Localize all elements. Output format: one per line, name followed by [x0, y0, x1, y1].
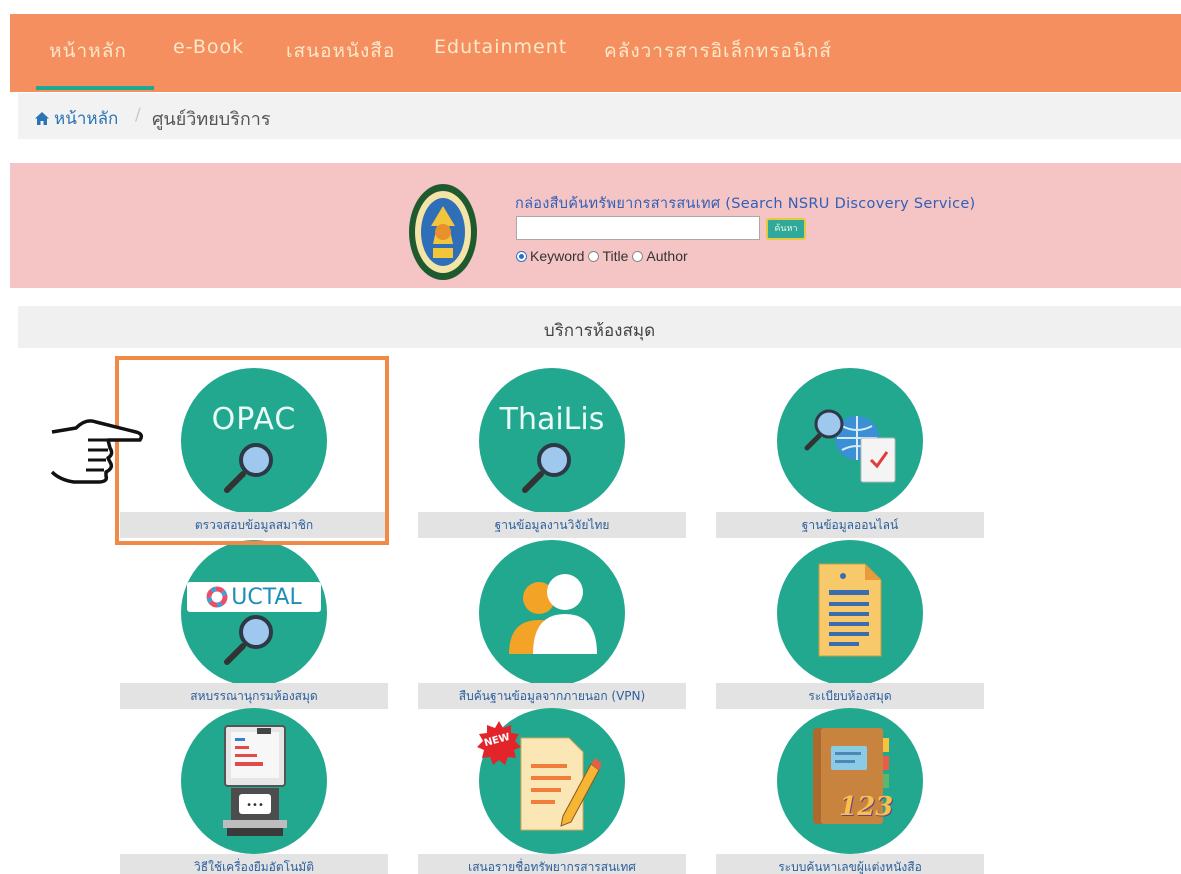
tile-label: ระเบียบห้องสมุด [716, 683, 984, 709]
numbers-badge-text: 123 [839, 792, 894, 822]
opac-highlight-box [115, 356, 389, 545]
tile-vpn[interactable]: สืบค้นฐานข้อมูลจากภายนอก (VPN) [418, 540, 686, 710]
tile-library-rules[interactable]: ระเบียบห้องสมุด [716, 540, 984, 710]
tile-thailis[interactable]: ThaiLis ฐานข้อมูลงานวิจัยไทย [418, 368, 686, 540]
radio-keyword-label: Keyword [530, 248, 585, 264]
kiosk-circle: ••• [181, 708, 327, 854]
tile-self-checkout-guide[interactable]: ••• วิธีใช้เครื่องยืมอัตโนมัติ [120, 708, 388, 874]
radio-keyword[interactable] [516, 250, 527, 262]
tile-label: สืบค้นฐานข้อมูลจากภายนอก (VPN) [418, 683, 686, 709]
magnifier-icon [224, 615, 273, 665]
home-icon [35, 112, 49, 125]
nav-ebook[interactable]: e-Book [173, 36, 244, 58]
library-services-header: บริการห้องสมุด [18, 306, 1181, 348]
active-nav-indicator [36, 86, 154, 90]
online-db-circle [777, 368, 923, 514]
nav-edutainment[interactable]: Edutainment [434, 36, 567, 58]
university-seal-logo [409, 184, 477, 280]
uctal-circle: UCTAL [181, 540, 327, 686]
tile-label: ฐานข้อมูลงานวิจัยไทย [418, 512, 686, 538]
radio-author[interactable] [632, 250, 644, 262]
search-button[interactable]: ค้นหา [766, 218, 806, 240]
tile-label: สหบรรณานุกรมห้องสมุด [120, 683, 388, 709]
search-box-title: กล่องสืบค้นทรัพยากรสารสนเทศ (Search NSRU… [515, 196, 976, 212]
search-field-options: Keyword Title Author [516, 248, 692, 264]
radio-title-label: Title [602, 248, 629, 264]
rules-circle [777, 540, 923, 686]
tile-suggest-resources[interactable]: NEW เสนอรายชื่อทรัพยากรสารสนเทศ [418, 708, 686, 874]
vpn-circle [479, 540, 625, 686]
breadcrumb: หน้าหลัก / ศูนย์วิทยบริการ [18, 93, 1181, 139]
uctal-ring-icon [206, 586, 228, 608]
document-icon [818, 563, 882, 657]
tile-uctal[interactable]: UCTAL สหบรรณานุกรมห้องสมุด [120, 540, 388, 710]
radio-author-label: Author [646, 248, 688, 264]
author-circle: 123 [777, 708, 923, 854]
thailis-circle: ThaiLis [479, 368, 625, 514]
radio-title[interactable] [588, 250, 600, 262]
magnifier-icon [522, 443, 571, 493]
tile-label: ระบบค้นหาเลขผู้แต่งหนังสือ [716, 854, 984, 874]
users-icon [509, 574, 597, 654]
nav-home[interactable]: หน้าหลัก [49, 36, 127, 66]
uctal-logo: UCTAL [187, 582, 321, 612]
breadcrumb-home-link[interactable]: หน้าหลัก [34, 105, 118, 132]
breadcrumb-current: ศูนย์วิทยบริการ [152, 109, 271, 130]
kiosk-icon: ••• [223, 725, 287, 836]
breadcrumb-home-label: หน้าหลัก [54, 109, 119, 129]
tile-label: ฐานข้อมูลออนไลน์ [716, 512, 984, 538]
tile-online-database[interactable]: ฐานข้อมูลออนไลน์ [716, 368, 984, 540]
nav-ejournal[interactable]: คลังวารสารอิเล็กทรอนิกส์ [604, 36, 832, 66]
search-input[interactable] [516, 216, 760, 240]
thailis-logo-text: ThaiLis [499, 402, 605, 437]
tile-label: เสนอรายชื่อทรัพยากรสารสนเทศ [418, 854, 686, 874]
section-title: บริการห้องสมุด [543, 321, 656, 341]
tile-label: วิธีใช้เครื่องยืมอัตโนมัติ [120, 854, 388, 874]
pointing-hand-icon [50, 419, 144, 484]
tile-author-number-search[interactable]: 123 ระบบค้นหาเลขผู้แต่งหนังสือ [716, 708, 984, 874]
svg-text:•••: ••• [246, 800, 264, 811]
top-navbar: หน้าหลัก e-Book เสนอหนังสือ Edutainment … [10, 14, 1181, 92]
edit-document-icon [520, 737, 601, 831]
page: หน้าหลัก e-Book เสนอหนังสือ Edutainment … [0, 0, 1181, 874]
globe-search-icon [804, 409, 896, 483]
nav-suggest-book[interactable]: เสนอหนังสือ [286, 36, 395, 66]
breadcrumb-separator: / [135, 105, 141, 125]
uctal-logo-text: UCTAL [231, 584, 302, 610]
